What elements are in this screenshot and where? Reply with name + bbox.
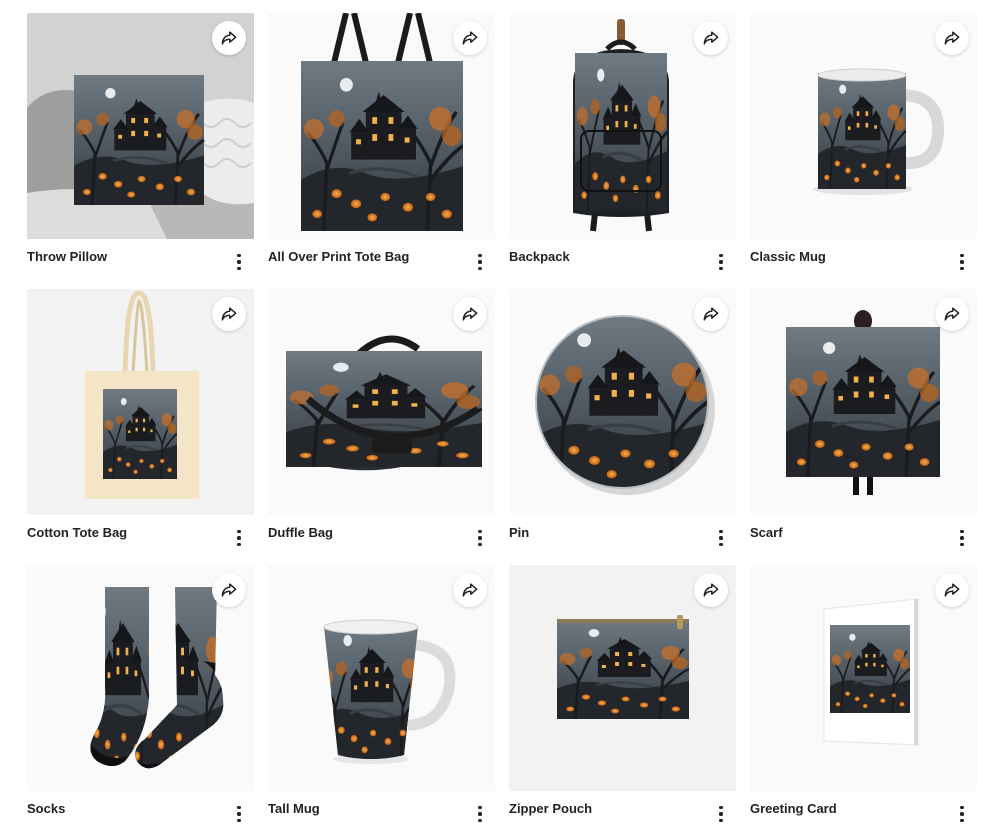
share-button[interactable]: [935, 573, 969, 607]
more-vertical-icon: [719, 529, 723, 534]
product-image-greeting-card[interactable]: [750, 565, 977, 791]
product-grid: Throw Pillow All Over Print Tote Bag Bac…: [27, 13, 977, 823]
more-options-button[interactable]: [716, 803, 726, 825]
product-image-cotton-tote-bag[interactable]: [27, 289, 254, 515]
product-card-duffle-bag: Duffle Bag: [268, 289, 495, 547]
product-image-pin[interactable]: [509, 289, 736, 515]
more-options-button[interactable]: [234, 527, 244, 549]
more-options-button[interactable]: [475, 251, 485, 273]
product-title[interactable]: Socks: [27, 801, 65, 816]
more-vertical-icon: [237, 805, 241, 810]
product-image-classic-mug[interactable]: [750, 13, 977, 239]
product-title-row: Socks: [27, 799, 254, 829]
more-vertical-icon: [960, 805, 964, 810]
product-card-pin: Pin: [509, 289, 736, 547]
share-arrow-icon: [942, 580, 962, 600]
more-vertical-icon: [960, 529, 964, 534]
product-title[interactable]: Duffle Bag: [268, 525, 333, 540]
more-options-button[interactable]: [957, 251, 967, 273]
share-arrow-icon: [460, 304, 480, 324]
product-image-socks[interactable]: [27, 565, 254, 791]
more-vertical-icon: [478, 805, 482, 810]
share-button[interactable]: [212, 573, 246, 607]
more-vertical-icon: [478, 529, 482, 534]
product-card-classic-mug: Classic Mug: [750, 13, 977, 271]
more-vertical-icon: [478, 253, 482, 258]
share-arrow-icon: [219, 304, 239, 324]
product-image-tall-mug[interactable]: [268, 565, 495, 791]
more-vertical-icon: [237, 529, 241, 534]
more-options-button[interactable]: [234, 251, 244, 273]
product-card-backpack: Backpack: [509, 13, 736, 271]
product-card-socks: Socks: [27, 565, 254, 823]
share-arrow-icon: [701, 28, 721, 48]
more-vertical-icon: [237, 253, 241, 258]
share-arrow-icon: [701, 304, 721, 324]
product-title[interactable]: All Over Print Tote Bag: [268, 249, 409, 264]
share-button[interactable]: [453, 297, 487, 331]
share-arrow-icon: [219, 580, 239, 600]
share-button[interactable]: [212, 21, 246, 55]
more-options-button[interactable]: [475, 527, 485, 549]
share-button[interactable]: [935, 21, 969, 55]
product-image-backpack[interactable]: [509, 13, 736, 239]
product-title-row: Pin: [509, 523, 736, 553]
product-image-zipper-pouch[interactable]: [509, 565, 736, 791]
share-arrow-icon: [460, 28, 480, 48]
product-title-row: Duffle Bag: [268, 523, 495, 553]
product-title-row: Cotton Tote Bag: [27, 523, 254, 553]
product-image-duffle-bag[interactable]: [268, 289, 495, 515]
more-options-button[interactable]: [475, 803, 485, 825]
product-image-throw-pillow[interactable]: [27, 13, 254, 239]
product-image-scarf[interactable]: [750, 289, 977, 515]
more-options-button[interactable]: [234, 803, 244, 825]
product-title[interactable]: Cotton Tote Bag: [27, 525, 127, 540]
more-options-button[interactable]: [957, 803, 967, 825]
more-vertical-icon: [719, 253, 723, 258]
share-arrow-icon: [942, 28, 962, 48]
product-title[interactable]: Classic Mug: [750, 249, 826, 264]
share-arrow-icon: [460, 580, 480, 600]
product-title-row: Classic Mug: [750, 247, 977, 277]
share-button[interactable]: [212, 297, 246, 331]
product-title-row: Zipper Pouch: [509, 799, 736, 829]
share-button[interactable]: [935, 297, 969, 331]
product-image-all-over-print-tote-bag[interactable]: [268, 13, 495, 239]
product-title-row: Greeting Card: [750, 799, 977, 829]
more-options-button[interactable]: [716, 527, 726, 549]
share-button[interactable]: [453, 21, 487, 55]
share-arrow-icon: [219, 28, 239, 48]
more-vertical-icon: [960, 253, 964, 258]
product-title-row: Scarf: [750, 523, 977, 553]
more-options-button[interactable]: [957, 527, 967, 549]
more-vertical-icon: [719, 805, 723, 810]
product-card-throw-pillow: Throw Pillow: [27, 13, 254, 271]
product-title[interactable]: Greeting Card: [750, 801, 837, 816]
product-title[interactable]: Throw Pillow: [27, 249, 107, 264]
share-button[interactable]: [694, 297, 728, 331]
product-title[interactable]: Scarf: [750, 525, 783, 540]
product-title[interactable]: Tall Mug: [268, 801, 320, 816]
share-button[interactable]: [453, 573, 487, 607]
share-arrow-icon: [942, 304, 962, 324]
more-options-button[interactable]: [716, 251, 726, 273]
product-card-zipper-pouch: Zipper Pouch: [509, 565, 736, 823]
share-button[interactable]: [694, 21, 728, 55]
share-arrow-icon: [701, 580, 721, 600]
product-title[interactable]: Backpack: [509, 249, 570, 264]
share-button[interactable]: [694, 573, 728, 607]
product-card-all-over-print-tote-bag: All Over Print Tote Bag: [268, 13, 495, 271]
product-title-row: Tall Mug: [268, 799, 495, 829]
product-card-cotton-tote-bag: Cotton Tote Bag: [27, 289, 254, 547]
product-card-scarf: Scarf: [750, 289, 977, 547]
product-title-row: Backpack: [509, 247, 736, 277]
product-title-row: All Over Print Tote Bag: [268, 247, 495, 277]
product-card-tall-mug: Tall Mug: [268, 565, 495, 823]
product-card-greeting-card: Greeting Card: [750, 565, 977, 823]
product-title[interactable]: Zipper Pouch: [509, 801, 592, 816]
product-title[interactable]: Pin: [509, 525, 529, 540]
product-title-row: Throw Pillow: [27, 247, 254, 277]
